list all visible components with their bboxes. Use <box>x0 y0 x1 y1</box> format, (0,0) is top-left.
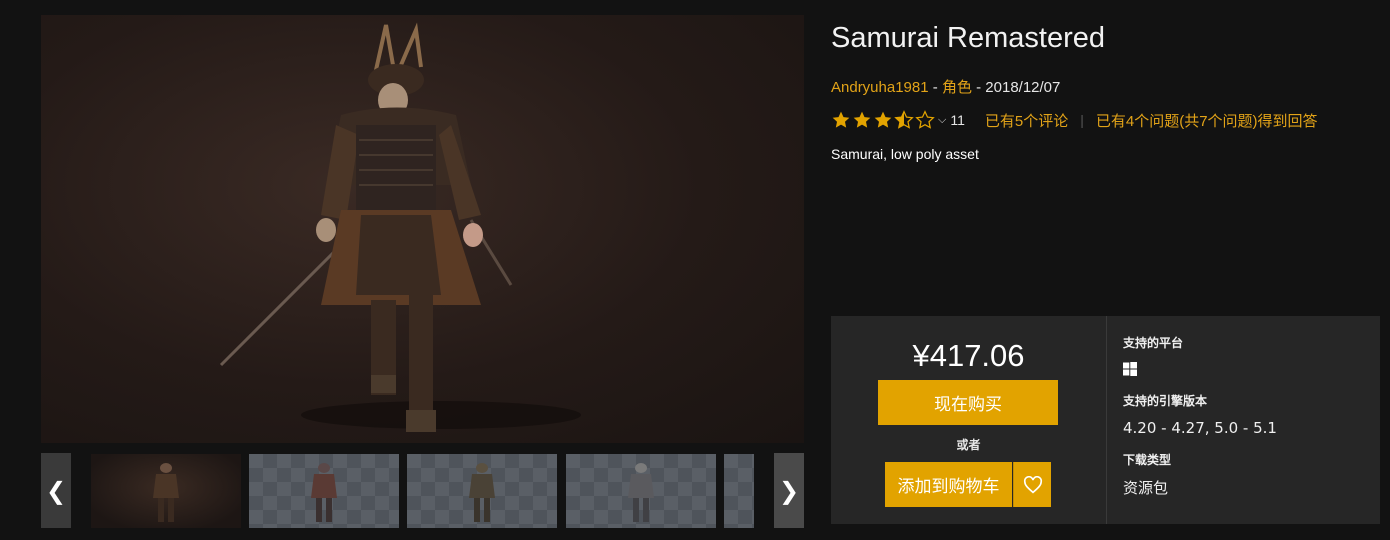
thumbnail-5[interactable] <box>724 454 754 528</box>
rating-count: 11 <box>950 112 965 128</box>
thumbnail-3[interactable] <box>407 454 557 528</box>
thumbnail-4[interactable] <box>566 454 716 528</box>
meta-separator: - <box>928 79 942 96</box>
panel-divider <box>1106 316 1107 524</box>
gallery-prev-button[interactable]: ❮ <box>41 453 71 528</box>
star-full-icon <box>853 111 871 128</box>
reviews-link[interactable]: 已有5个评论 <box>985 110 1068 131</box>
samurai-thumbnail-figure <box>311 463 337 522</box>
link-divider: | <box>1080 112 1084 128</box>
star-full-icon <box>832 111 850 128</box>
release-date: 2018/12/07 <box>985 79 1061 96</box>
main-preview-image[interactable] <box>41 15 804 443</box>
chevron-right-icon: ❯ <box>778 476 800 505</box>
thumbnail-2[interactable] <box>249 454 399 528</box>
buy-now-button[interactable]: 现在购买 <box>878 380 1058 425</box>
heart-icon <box>1023 475 1042 493</box>
product-description: Samurai, low poly asset <box>831 146 979 162</box>
download-type-heading: 下载类型 <box>1123 453 1172 467</box>
samurai-thumbnail-figure <box>469 463 495 522</box>
add-to-cart-button[interactable]: 添加到购物车 <box>885 462 1012 507</box>
product-meta: Andryuha1981 - 角色 - 2018/12/07 <box>831 76 1060 97</box>
author-link[interactable]: Andryuha1981 <box>831 79 929 96</box>
chevron-down-icon[interactable]: ⌵ <box>938 114 946 127</box>
thumbnail-strip: ❮ ❯ <box>41 453 804 528</box>
engine-version-heading: 支持的引擎版本 <box>1123 394 1208 408</box>
rating-row: ⌵ 11 已有5个评论 | 已有4个问题(共7个问题)得到回答 <box>831 108 1318 132</box>
meta-separator: - <box>971 79 986 96</box>
download-type: 资源包 <box>1123 479 1169 497</box>
samurai-thumbnail-figure <box>153 463 179 522</box>
samurai-thumbnail-figure <box>628 463 654 522</box>
star-full-icon <box>874 111 892 128</box>
questions-link[interactable]: 已有4个问题(共7个问题)得到回答 <box>1096 110 1318 131</box>
windows-icon <box>1123 362 1137 376</box>
star-rating[interactable]: ⌵ <box>831 110 950 130</box>
purchase-panel: ¥417.06 现在购买 或者 添加到购物车 支持的平台 支持的引擎版本 4.2… <box>831 316 1380 524</box>
samurai-figure <box>219 22 581 432</box>
product-title: Samurai Remastered <box>831 22 1105 54</box>
wishlist-button[interactable] <box>1013 462 1051 507</box>
category-link[interactable]: 角色 <box>942 79 972 96</box>
star-half-icon <box>894 110 914 129</box>
star-empty-icon <box>915 110 935 129</box>
price: ¥417.06 <box>912 338 1025 373</box>
platforms-heading: 支持的平台 <box>1123 336 1184 350</box>
gallery-next-button[interactable]: ❯ <box>774 453 804 528</box>
chevron-left-icon: ❮ <box>45 476 67 505</box>
or-label: 或者 <box>956 438 981 452</box>
engine-versions: 4.20 - 4.27, 5.0 - 5.1 <box>1123 419 1277 437</box>
thumbnail-1[interactable] <box>91 454 241 528</box>
buy-section: ¥417.06 现在购买 或者 添加到购物车 <box>831 316 1106 524</box>
